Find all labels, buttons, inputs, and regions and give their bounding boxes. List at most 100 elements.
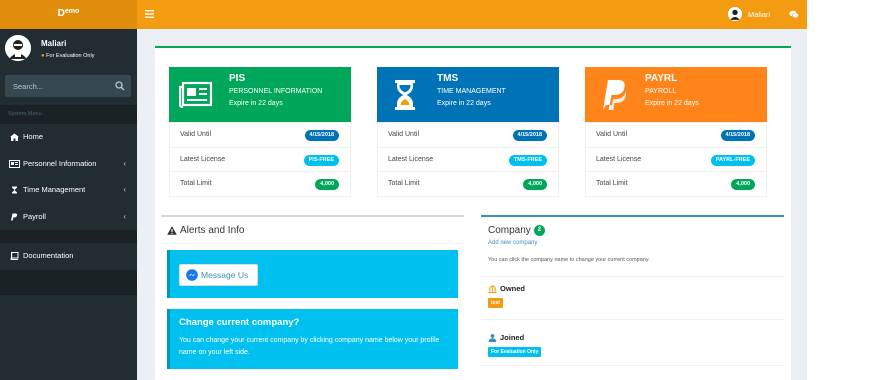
sidebar-item-label: Personnel Information xyxy=(23,158,97,168)
detail-label: Latest License xyxy=(388,155,434,163)
search-icon[interactable] xyxy=(115,81,125,91)
detail-label: Valid Until xyxy=(388,131,419,138)
message-us-button[interactable]: Message Us xyxy=(179,264,258,286)
product-expiry: Expire in 22 days xyxy=(437,100,491,107)
company-help-text: You can click the company name to change… xyxy=(488,257,650,263)
product-expiry: Expire in 22 days xyxy=(645,100,699,107)
user-status-text: For Evaluation Only xyxy=(46,53,95,59)
topbar-avatar[interactable] xyxy=(728,7,742,21)
detail-row: Total Limit 4,000 xyxy=(378,171,558,196)
limit-badge: 4,000 xyxy=(523,179,547,190)
product-name: PAYROLL xyxy=(645,88,677,95)
app-logo[interactable]: Demo xyxy=(0,0,137,29)
product-code: PAYRL xyxy=(645,73,678,84)
topbar-user-name[interactable]: Maliari xyxy=(748,10,770,19)
logo-initial: D xyxy=(57,8,65,19)
sidebar-item-label: Time Management xyxy=(23,185,86,194)
license-badge: PIS-FREE xyxy=(303,154,339,166)
owned-label: Owned xyxy=(500,284,526,293)
search-input[interactable] xyxy=(5,75,109,97)
company-title: Company 2 xyxy=(488,225,545,236)
product-header[interactable]: TMS TIME MANAGEMENT Expire in 22 days xyxy=(377,67,559,122)
change-company-callout: Change current company? You can change y… xyxy=(167,309,458,369)
company-title-text: Company xyxy=(488,225,531,237)
change-company-text: You can change your current company by c… xyxy=(179,337,440,356)
detail-label: Latest License xyxy=(180,155,226,163)
detail-row: Total Limit 4,000 xyxy=(586,171,766,196)
home-icon xyxy=(10,133,19,142)
book-icon xyxy=(10,252,19,261)
detail-row: Total Limit 4,000 xyxy=(170,171,350,196)
sidebar-item-label: Documentation xyxy=(23,251,74,260)
menu-footer xyxy=(0,269,137,295)
sidebar-item-personnel[interactable]: Personnel Information ‹ xyxy=(0,151,137,178)
alerts-divider xyxy=(161,243,464,244)
product-card-payrl: PAYRL PAYROLL Expire in 22 days Valid Un… xyxy=(585,67,767,197)
chat-icon[interactable] xyxy=(789,10,799,19)
newspaper-icon xyxy=(179,81,213,109)
detail-row: Latest License PIS-FREE xyxy=(170,146,350,172)
valid-until-badge: 4/15/2018 xyxy=(720,130,755,141)
detail-row: Valid Until 4/15/2018 xyxy=(586,122,766,147)
sidebar-item-time-management[interactable]: Time Management ‹ xyxy=(0,177,137,204)
valid-until-badge: 4/15/2018 xyxy=(304,130,339,141)
avatar-icon xyxy=(5,35,31,61)
sidebar-item-payroll[interactable]: Payroll ‹ xyxy=(0,204,137,231)
chevron-left-icon: ‹ xyxy=(123,211,126,221)
valid-until-badge: 4/15/2018 xyxy=(512,130,547,141)
detail-label: Latest License xyxy=(596,155,642,163)
user-avatar[interactable] xyxy=(5,35,31,61)
product-card-pis: PIS PERSONNEL INFORMATION Expire in 22 d… xyxy=(169,67,351,197)
company-joined-evaluation[interactable]: For Evaluation Only xyxy=(488,347,542,357)
user-icon xyxy=(488,334,497,343)
sidebar-item-documentation[interactable]: Documentation xyxy=(0,243,137,270)
menu-header: System Menu xyxy=(0,105,137,124)
detail-row: Latest License PAYRL-FREE xyxy=(586,146,766,172)
change-company-title: Change current company? xyxy=(179,317,300,328)
product-expiry: Expire in 22 days xyxy=(229,100,283,107)
id-card-icon xyxy=(9,159,20,168)
license-badge: TMS-FREE xyxy=(508,154,547,166)
joined-group-header: Joined xyxy=(488,333,525,343)
divider xyxy=(481,319,784,320)
message-callout: Message Us xyxy=(167,250,458,298)
joined-label: Joined xyxy=(500,333,525,342)
user-panel: Maliari ● For Evaluation Only xyxy=(0,29,137,69)
status-dot-icon: ● xyxy=(41,53,45,59)
divider xyxy=(481,276,784,277)
alerts-title: Alerts and Info xyxy=(167,225,244,236)
bank-icon xyxy=(488,285,497,294)
add-company-link[interactable]: Add new company xyxy=(488,240,537,246)
menu-toggle-icon[interactable] xyxy=(145,10,154,18)
detail-label: Total Limit xyxy=(388,180,420,187)
avatar-icon xyxy=(728,7,742,21)
product-details: Valid Until 4/15/2018 Latest License PAYRL… xyxy=(585,122,767,197)
product-details: Valid Until 4/15/2018 Latest License PIS-F… xyxy=(169,122,351,197)
company-owned-test[interactable]: test xyxy=(488,298,503,308)
limit-badge: 4,000 xyxy=(315,179,339,190)
menu-divider xyxy=(0,230,137,243)
warning-icon xyxy=(167,226,177,235)
message-us-label: Message Us xyxy=(201,270,249,280)
product-name: PERSONNEL INFORMATION xyxy=(229,88,323,95)
product-details: Valid Until 4/15/2018 Latest License TMS-F… xyxy=(377,122,559,197)
company-count-badge: 2 xyxy=(533,225,545,236)
detail-label: Total Limit xyxy=(180,180,212,187)
hourglass-icon xyxy=(12,186,17,194)
detail-row: Valid Until 4/15/2018 xyxy=(170,122,350,147)
product-header[interactable]: PAYRL PAYROLL Expire in 22 days xyxy=(585,67,767,122)
product-header[interactable]: PIS PERSONNEL INFORMATION Expire in 22 d… xyxy=(169,67,351,122)
alerts-title-text: Alerts and Info xyxy=(180,225,245,236)
detail-row: Latest License TMS-FREE xyxy=(378,146,558,172)
license-badge: PAYRL-FREE xyxy=(710,154,755,166)
product-code: TMS xyxy=(437,73,459,84)
messenger-icon xyxy=(186,269,198,281)
detail-label: Total Limit xyxy=(596,180,628,187)
company-box: Company 2 Add new company You can click t… xyxy=(481,215,784,380)
hourglass-icon xyxy=(395,80,415,110)
user-name[interactable]: Maliari xyxy=(41,39,66,48)
sidebar-search xyxy=(5,75,131,97)
paypal-icon xyxy=(603,80,626,110)
sidebar: Demo Maliari ● For Evaluation Only Syste… xyxy=(0,0,137,380)
sidebar-item-home[interactable]: Home xyxy=(0,124,137,151)
